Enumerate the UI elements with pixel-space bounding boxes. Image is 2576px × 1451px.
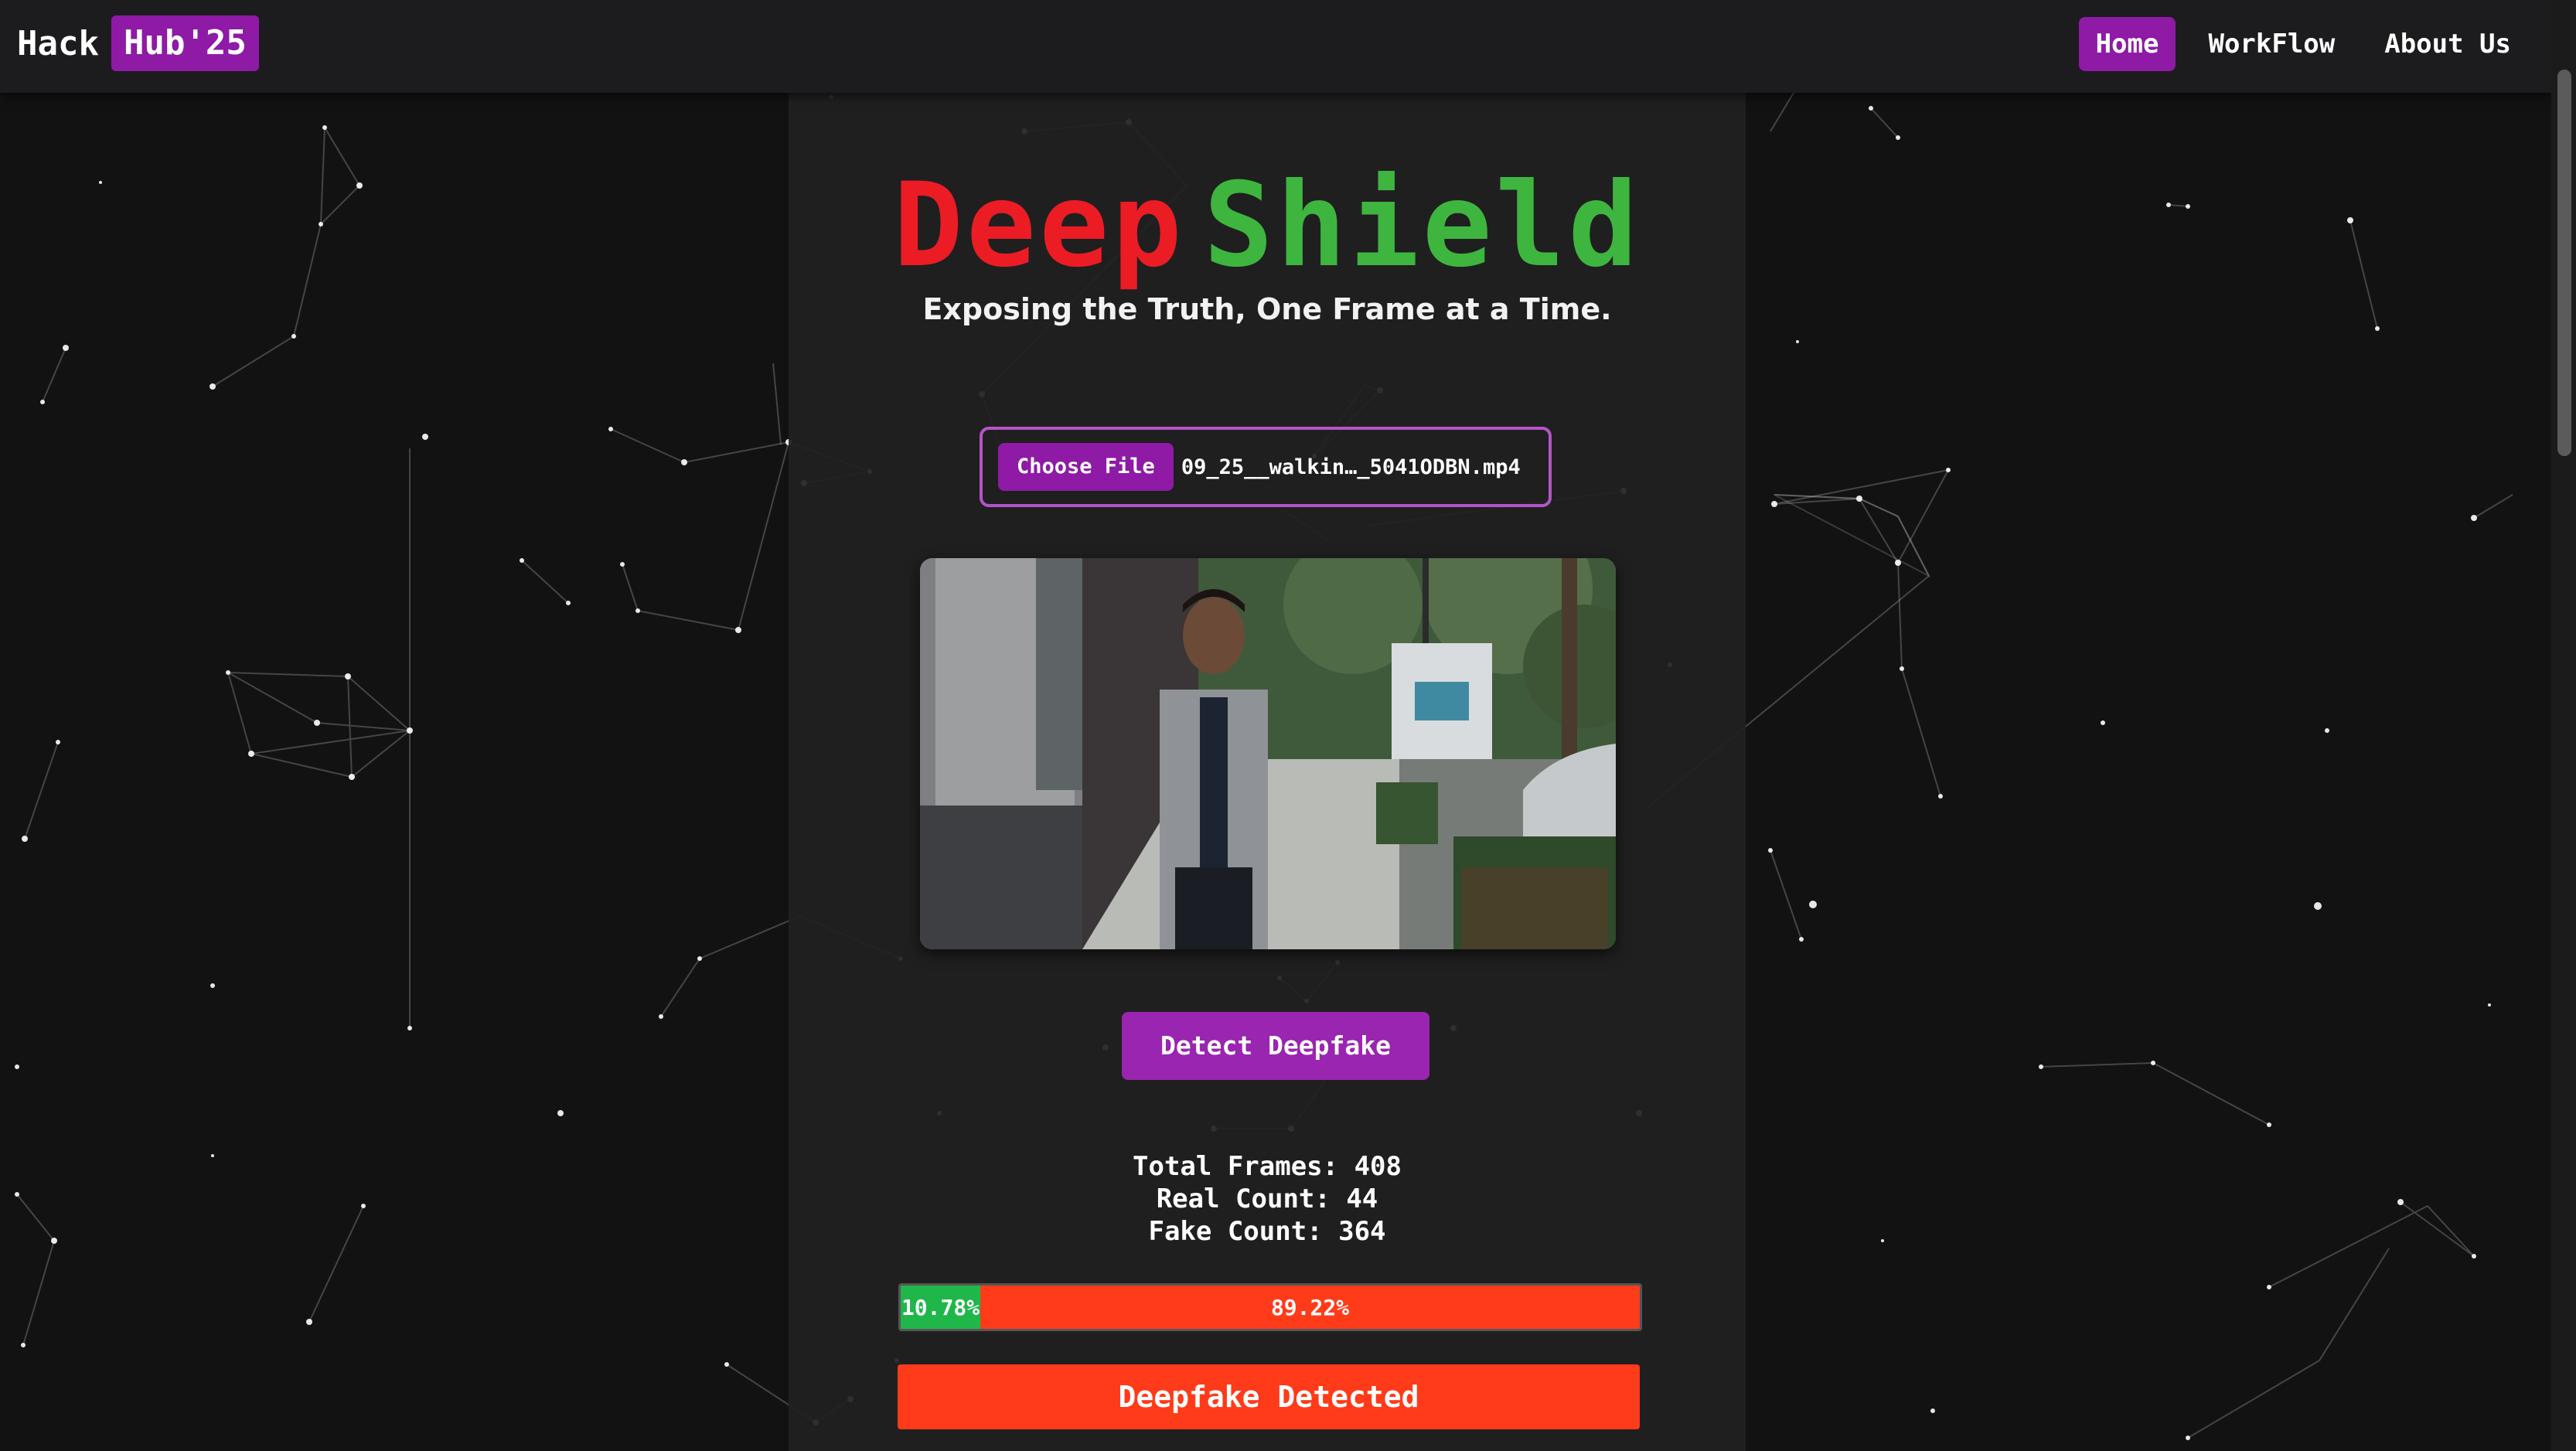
page-title: Deep Shield	[789, 156, 1746, 295]
brand-badge: Hub'25	[111, 15, 259, 71]
frame-stats: Total Frames: 408 Real Count: 44 Fake Co…	[789, 1150, 1746, 1248]
selected-file-name: 09_25__walkin…_5041ODBN.mp4	[1181, 455, 1521, 479]
main-panel: Deep Shield Exposing the Truth, One Frame…	[789, 93, 1746, 1451]
video-frame-image	[920, 558, 1616, 949]
fake-percent-segment: 89.22%	[980, 1286, 1640, 1329]
scrollbar-thumb[interactable]	[2557, 70, 2571, 456]
top-navbar: Hack Hub'25 Home WorkFlow About Us	[0, 0, 2551, 93]
total-frames-text: Total Frames: 408	[1133, 1151, 1402, 1182]
real-percent-segment: 10.78%	[901, 1286, 981, 1329]
detect-deepfake-button[interactable]: Detect Deepfake	[1122, 1012, 1429, 1080]
title-deep: Deep	[893, 158, 1185, 293]
fake-count-text: Fake Count: 364	[1148, 1216, 1386, 1247]
real-count-text: Real Count: 44	[1156, 1184, 1378, 1214]
tagline: Exposing the Truth, One Frame at a Time.	[922, 292, 1612, 326]
page-scrollbar[interactable]	[2551, 0, 2576, 1451]
choose-file-button[interactable]: Choose File	[998, 443, 1174, 491]
brand-logo[interactable]: Hack Hub'25	[17, 15, 259, 71]
nav-links: Home WorkFlow About Us	[2063, 17, 2528, 71]
nav-home-link[interactable]: Home	[2078, 17, 2176, 71]
title-shield: Shield	[1203, 158, 1641, 293]
file-upload-field[interactable]: Choose File 09_25__walkin…_5041ODBN.mp4	[980, 427, 1552, 507]
brand-text: Hack	[17, 23, 99, 63]
result-banner: Deepfake Detected	[898, 1364, 1640, 1429]
video-preview[interactable]	[920, 558, 1616, 949]
nav-workflow-link[interactable]: WorkFlow	[2191, 17, 2352, 71]
real-fake-progress-bar: 10.78% 89.22%	[898, 1283, 1642, 1331]
nav-about-link[interactable]: About Us	[2367, 17, 2528, 71]
